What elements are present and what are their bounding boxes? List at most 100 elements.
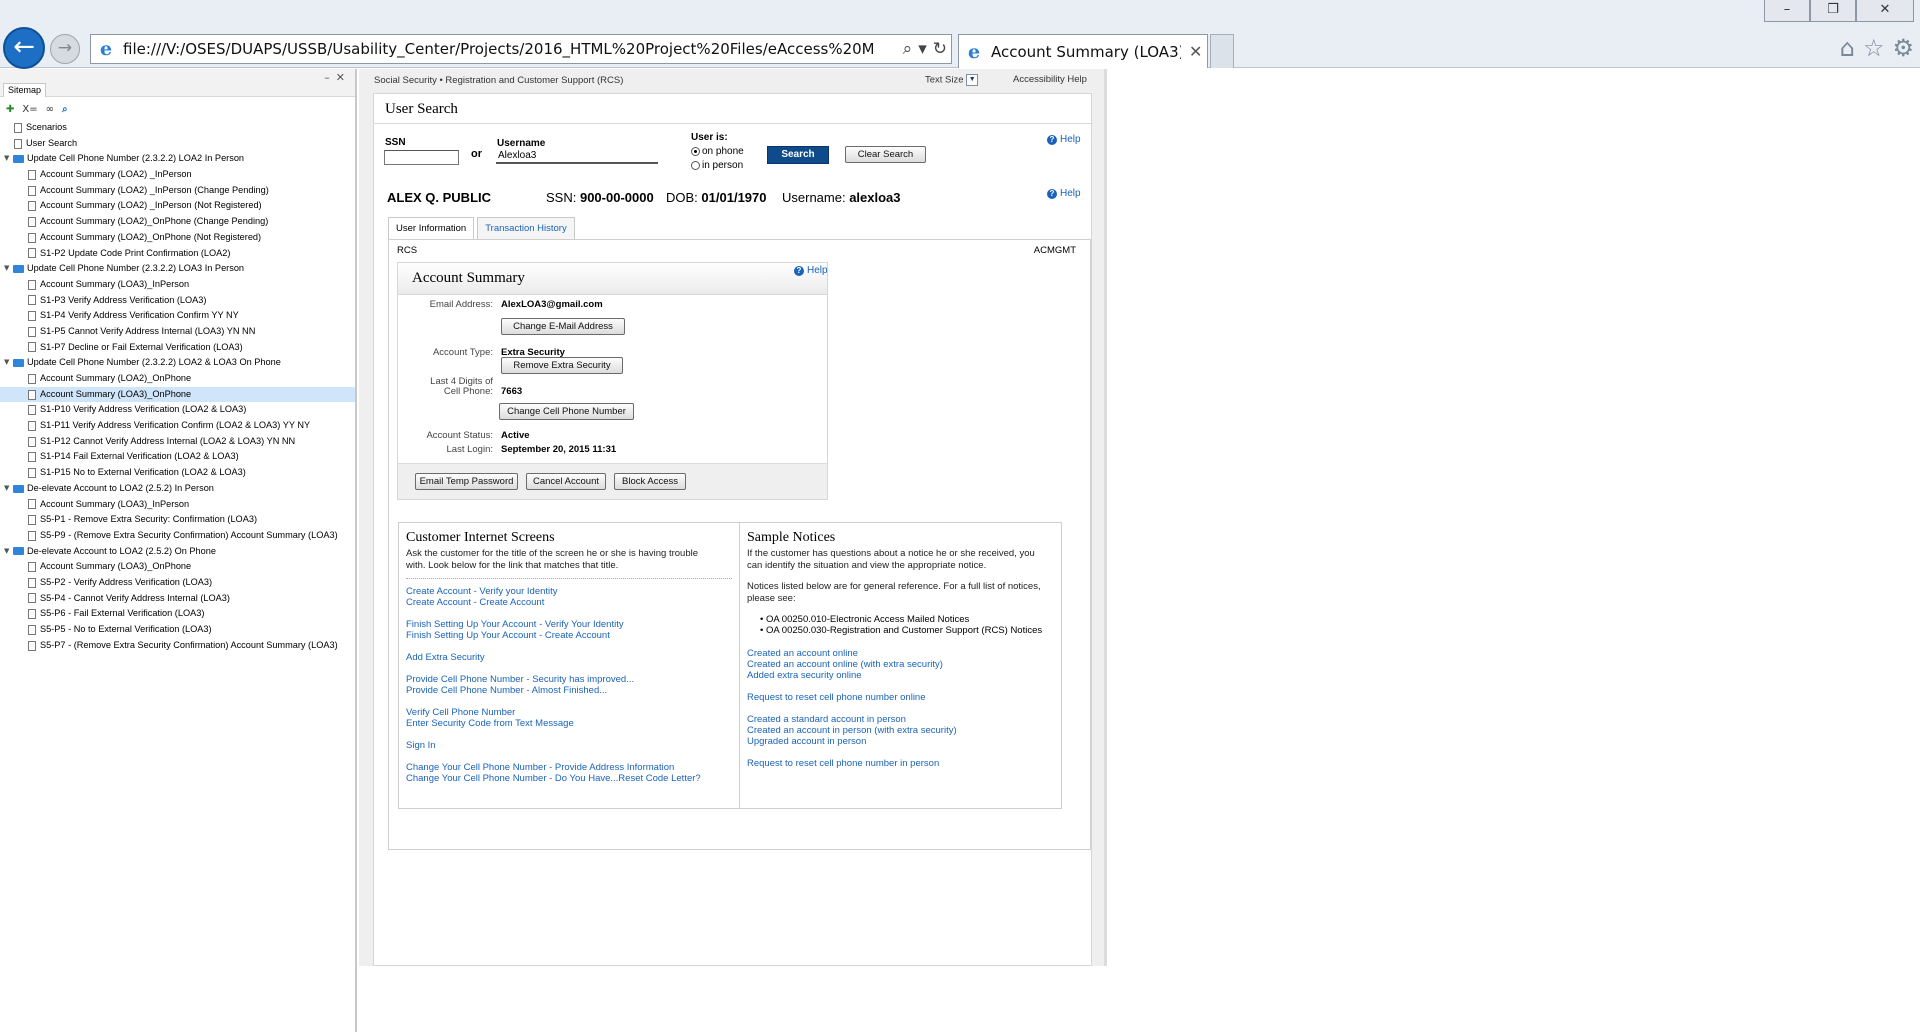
link-create-verify[interactable]: Create Account - Verify your Identity: [406, 586, 558, 597]
sitemap-page[interactable]: Account Summary (LOA3)_OnPhone: [0, 559, 355, 575]
radio-empty-icon[interactable]: [691, 161, 700, 170]
link-change-cell-reset[interactable]: Change Your Cell Phone Number - Do You H…: [406, 773, 701, 784]
on-phone-radio[interactable]: on phone: [691, 146, 744, 157]
refresh-icon[interactable]: ↻: [933, 39, 947, 59]
accessibility-help-link[interactable]: Accessibility Help: [1013, 74, 1087, 85]
add-page-icon[interactable]: ✚: [6, 104, 14, 115]
link-icon[interactable]: ∞: [46, 104, 54, 115]
change-cell-phone-button[interactable]: Change Cell Phone Number: [499, 403, 634, 420]
browser-tab[interactable]: e Account Summary (LOA3)_... ✕: [958, 34, 1208, 68]
favorites-star-icon[interactable]: ☆: [1863, 34, 1885, 62]
search-icon[interactable]: ⌕: [62, 104, 68, 115]
link-finish-verify[interactable]: Finish Setting Up Your Account - Verify …: [406, 619, 624, 630]
block-access-button[interactable]: Block Access: [614, 473, 686, 490]
sitemap-page[interactable]: S5-P9 - (Remove Extra Security Confirmat…: [0, 528, 355, 544]
variable-icon[interactable]: X=: [22, 104, 37, 115]
sitemap-tab[interactable]: Sitemap: [3, 83, 47, 97]
sitemap-page[interactable]: S1-P15 No to External Verification (LOA2…: [0, 465, 355, 481]
sitemap-page[interactable]: Account Summary (LOA2) _InPerson (Change…: [0, 183, 355, 199]
address-bar[interactable]: e file:///V:/OSES/DUAPS/USSB/Usability_C…: [90, 34, 952, 64]
sitemap-page[interactable]: Account Summary (LOA2)_OnPhone (Change P…: [0, 214, 355, 230]
sitemap-page[interactable]: S1-P12 Cannot Verify Address Internal (L…: [0, 434, 355, 450]
sitemap-page[interactable]: S1-P14 Fail External Verification (LOA2 …: [0, 449, 355, 465]
link-enter-security-code[interactable]: Enter Security Code from Text Message: [406, 718, 574, 729]
expand-toggle-icon[interactable]: ▼: [4, 355, 13, 371]
sitemap-folder[interactable]: ▼ Update Cell Phone Number (2.3.2.2) LOA2…: [0, 355, 355, 371]
close-window-icon[interactable]: ✕: [1856, 0, 1914, 22]
link-finish-create[interactable]: Finish Setting Up Your Account - Create …: [406, 630, 610, 641]
sitemap-page[interactable]: Account Summary (LOA2)_OnPhone: [0, 371, 355, 387]
restore-icon[interactable]: ❐: [1810, 0, 1856, 22]
notice-link[interactable]: Request to reset cell phone number onlin…: [747, 692, 926, 703]
sitemap-page[interactable]: S1-P7 Decline or Fail External Verificat…: [0, 340, 355, 356]
sitemap-page[interactable]: S5-P7 - (Remove Extra Security Confirmat…: [0, 638, 355, 654]
notice-link[interactable]: Created an account in person (with extra…: [747, 725, 957, 736]
search-help-link[interactable]: ? Help: [1047, 134, 1081, 145]
account-help-link[interactable]: ? Help: [794, 265, 828, 276]
link-verify-cell[interactable]: Verify Cell Phone Number: [406, 707, 515, 718]
chevron-down-icon[interactable]: ▼: [966, 74, 979, 86]
expand-toggle-icon[interactable]: ▼: [4, 151, 13, 167]
sitemap-page[interactable]: S1-P4 Verify Address Verification Confir…: [0, 308, 355, 324]
sitemap-page[interactable]: User Search: [0, 136, 355, 152]
username-input[interactable]: [496, 149, 658, 164]
cancel-account-button[interactable]: Cancel Account: [526, 473, 606, 490]
sitemap-page[interactable]: S5-P4 - Cannot Verify Address Internal (…: [0, 591, 355, 607]
notice-link[interactable]: Created an account online (with extra se…: [747, 659, 943, 670]
link-create-account[interactable]: Create Account - Create Account: [406, 597, 544, 608]
link-provide-cell-finished[interactable]: Provide Cell Phone Number - Almost Finis…: [406, 685, 607, 696]
link-change-cell-address[interactable]: Change Your Cell Phone Number - Provide …: [406, 762, 674, 773]
sitemap-page[interactable]: Scenarios: [0, 120, 355, 136]
clear-search-button[interactable]: Clear Search: [845, 146, 926, 163]
tab-user-information[interactable]: User Information: [388, 217, 475, 239]
sitemap-page[interactable]: S1-P11 Verify Address Verification Confi…: [0, 418, 355, 434]
sitemap-page[interactable]: S5-P2 - Verify Address Verification (LOA…: [0, 575, 355, 591]
email-temp-password-button[interactable]: Email Temp Password: [415, 473, 518, 490]
ssn-input[interactable]: [384, 150, 459, 165]
expand-toggle-icon[interactable]: ▼: [4, 481, 13, 497]
text-size-control[interactable]: Text Size ▼: [925, 74, 979, 86]
sitemap-page[interactable]: Account Summary (LOA2)_OnPhone (Not Regi…: [0, 230, 355, 246]
user-help-link[interactable]: ? Help: [1047, 188, 1081, 199]
link-add-extra-security[interactable]: Add Extra Security: [406, 652, 485, 663]
notice-link[interactable]: Added extra security online: [747, 670, 862, 681]
link-provide-cell-improved[interactable]: Provide Cell Phone Number - Security has…: [406, 674, 634, 685]
tab-transaction-history[interactable]: Transaction History: [477, 217, 575, 239]
sitemap-page[interactable]: Account Summary (LOA3)_OnPhone: [0, 386, 355, 403]
sitemap-page[interactable]: S5-P5 - No to External Verification (LOA…: [0, 622, 355, 638]
notice-link[interactable]: Created an account online: [747, 648, 858, 659]
sitemap-page[interactable]: S1-P10 Verify Address Verification (LOA2…: [0, 402, 355, 418]
remove-extra-security-button[interactable]: Remove Extra Security: [501, 357, 623, 374]
sitemap-folder[interactable]: ▼ Update Cell Phone Number (2.3.2.2) LOA3…: [0, 261, 355, 277]
close-pane-icon[interactable]: ✕: [336, 71, 351, 84]
sitemap-page[interactable]: Account Summary (LOA3)_InPerson: [0, 497, 355, 513]
notice-link[interactable]: Upgraded account in person: [747, 736, 866, 747]
sitemap-page[interactable]: Account Summary (LOA2) _InPerson: [0, 167, 355, 183]
sitemap-folder[interactable]: ▼ De-elevate Account to LOA2 (2.5.2) On P…: [0, 544, 355, 560]
sitemap-page[interactable]: S1-P5 Cannot Verify Address Internal (LO…: [0, 324, 355, 340]
sitemap-page[interactable]: S1-P3 Verify Address Verification (LOA3): [0, 293, 355, 309]
expand-toggle-icon[interactable]: ▼: [4, 544, 13, 560]
home-icon[interactable]: ⌂: [1840, 34, 1855, 62]
in-person-radio[interactable]: in person: [691, 160, 743, 171]
minimize-icon[interactable]: –: [1764, 0, 1810, 22]
sitemap-page[interactable]: S5-P1 - Remove Extra Security: Confirmat…: [0, 512, 355, 528]
close-tab-icon[interactable]: ✕: [1189, 42, 1202, 61]
notice-link[interactable]: Created a standard account in person: [747, 714, 906, 725]
search-icon[interactable]: ⌕: [903, 39, 913, 59]
sitemap-folder[interactable]: ▼ De-elevate Account to LOA2 (2.5.2) In P…: [0, 481, 355, 497]
sitemap-page[interactable]: S1-P2 Update Code Print Confirmation (LO…: [0, 246, 355, 262]
sitemap-folder[interactable]: ▼ Update Cell Phone Number (2.3.2.2) LOA2…: [0, 151, 355, 167]
change-email-button[interactable]: Change E-Mail Address: [501, 318, 625, 335]
notice-link[interactable]: Request to reset cell phone number in pe…: [747, 758, 939, 769]
sitemap-page[interactable]: Account Summary (LOA3)_InPerson: [0, 277, 355, 293]
settings-gear-icon[interactable]: ⚙: [1892, 34, 1914, 62]
chevron-down-icon[interactable]: ▾: [918, 39, 927, 59]
search-button[interactable]: Search: [767, 146, 829, 164]
new-tab-button[interactable]: [1210, 34, 1234, 68]
link-sign-in[interactable]: Sign In: [406, 740, 436, 751]
forward-arrow-icon[interactable]: →: [50, 34, 80, 64]
back-arrow-icon[interactable]: ←: [3, 27, 45, 69]
sitemap-page[interactable]: S5-P6 - Fail External Verification (LOA3…: [0, 606, 355, 622]
expand-toggle-icon[interactable]: ▼: [4, 261, 13, 277]
